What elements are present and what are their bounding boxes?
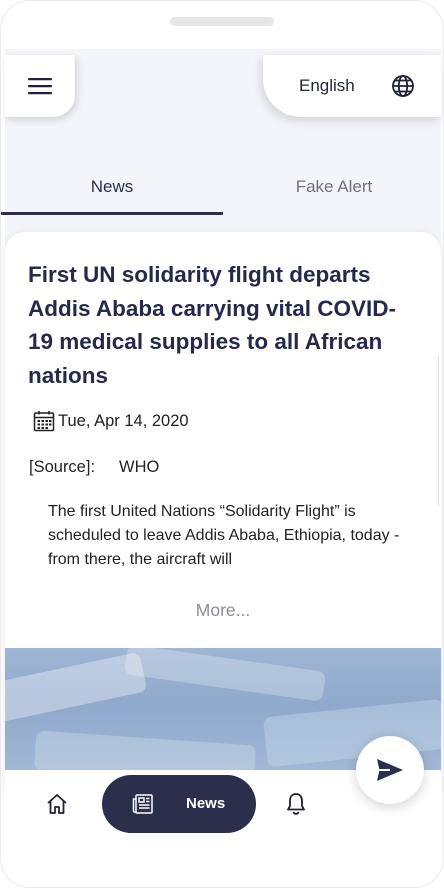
more-link[interactable]: More... [5,600,441,621]
article-excerpt: The first United Nations “Solidarity Fli… [48,503,400,568]
article-source-row: [Source]: WHO [29,458,159,477]
article-date-row: Tue, Apr 14, 2020 [33,410,189,432]
tab-news[interactable]: News [1,161,223,213]
menu-button[interactable] [5,55,75,117]
home-icon[interactable] [45,792,69,816]
tab-fake-alert[interactable]: Fake Alert [223,161,443,213]
article-headline[interactable]: First UN solidarity flight departs Addis… [28,258,420,392]
phone-frame: English News Fake Alert First UN solidar… [0,0,444,888]
globe-icon [392,75,414,97]
language-selector[interactable]: English [263,55,441,117]
calendar-icon [33,411,55,432]
source-label: [Source]: [29,458,96,476]
newspaper-icon [132,794,153,814]
scroll-edge [438,356,442,506]
tab-news-label: News [90,177,134,196]
send-button[interactable] [356,736,424,804]
active-tab-indicator [1,212,223,215]
news-card[interactable]: First UN solidarity flight departs Addis… [5,232,441,792]
source-value: WHO [119,458,160,476]
article-date: Tue, Apr 14, 2020 [58,411,189,430]
language-label: English [299,76,355,95]
nav-news-button[interactable]: News [102,775,256,833]
tab-fake-alert-label: Fake Alert [295,177,373,196]
send-icon [377,759,403,781]
device-notch [170,17,274,26]
bell-icon[interactable] [285,792,307,816]
hamburger-menu-icon [28,78,52,95]
nav-news-label: News [186,795,226,812]
